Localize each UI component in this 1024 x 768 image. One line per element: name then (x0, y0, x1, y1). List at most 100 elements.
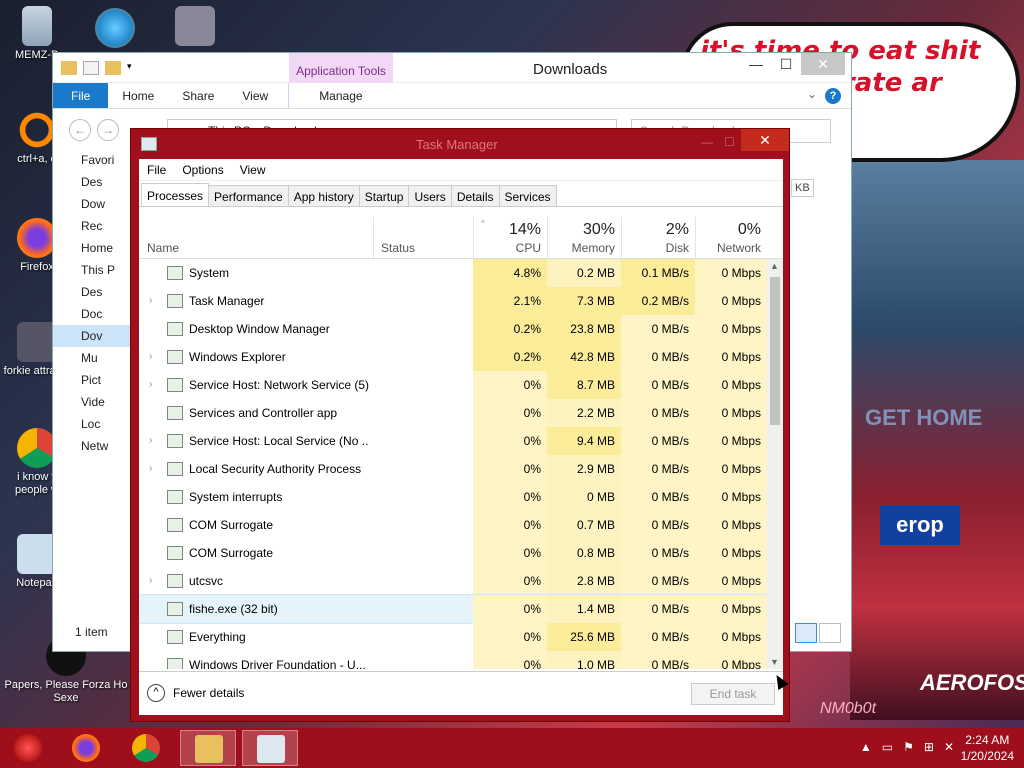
nav-item[interactable]: Rec (53, 215, 133, 237)
table-row[interactable]: COM Surrogate 0% 0.8 MB 0 MB/s 0 Mbps (139, 539, 783, 567)
nav-item-downloads[interactable]: Dov (53, 325, 133, 347)
taskbar-file-explorer[interactable] (180, 730, 236, 766)
network-icon[interactable]: ⊞ (924, 740, 934, 754)
nav-item[interactable]: Pict (53, 369, 133, 391)
minimize-button[interactable]: — (741, 53, 771, 75)
tab-share[interactable]: Share (168, 83, 228, 108)
desktop-icon-app[interactable] (80, 8, 150, 51)
status-bar-count: 1 item (75, 625, 108, 639)
expand-chevron-icon[interactable]: › (149, 427, 159, 455)
table-row[interactable]: Services and Controller app 0% 2.2 MB 0 MB/… (139, 399, 783, 427)
table-row[interactable]: fishe.exe (32 bit) 0% 1.4 MB 0 MB/s 0 Mbps (139, 594, 783, 624)
process-network: 0 Mbps (695, 259, 767, 287)
table-row[interactable]: System 4.8% 0.2 MB 0.1 MB/s 0 Mbps (139, 259, 783, 287)
folder-icon[interactable] (61, 61, 77, 75)
expand-chevron-icon[interactable]: › (149, 371, 159, 399)
expand-chevron-icon[interactable]: › (149, 455, 159, 483)
maximize-button[interactable]: ☐ (724, 135, 735, 149)
column-network[interactable]: 0% Network (695, 217, 767, 259)
tab-processes[interactable]: Processes (141, 183, 210, 206)
column-name[interactable]: Name (139, 217, 373, 259)
column-cpu[interactable]: 14% CPU (473, 217, 547, 259)
desktop-icon-windows[interactable] (160, 6, 230, 49)
close-button[interactable]: ✕ (801, 53, 845, 75)
new-folder-icon[interactable] (105, 61, 121, 75)
volume-muted-icon[interactable]: ✕ (944, 740, 954, 754)
back-button[interactable]: ← (69, 119, 91, 141)
table-row[interactable]: › utcsvc 0% 2.8 MB 0 MB/s 0 Mbps (139, 567, 783, 595)
folder-icon (167, 350, 183, 364)
vertical-scrollbar[interactable]: ▲ ▼ (767, 259, 783, 669)
tab-app-history[interactable]: App history (287, 185, 360, 206)
forward-button[interactable]: → (97, 119, 119, 141)
task-manager-titlebar[interactable]: Task Manager — ☐ ✕ (131, 129, 789, 159)
table-row[interactable]: Everything 0% 25.6 MB 0 MB/s 0 Mbps (139, 623, 783, 651)
nav-item[interactable]: Loc (53, 413, 133, 435)
nav-item[interactable]: Mu (53, 347, 133, 369)
table-row[interactable]: COM Surrogate 0% 0.7 MB 0 MB/s 0 Mbps (139, 511, 783, 539)
taskbar-firefox[interactable] (58, 730, 114, 766)
table-row[interactable]: › Local Security Authority Process 0% 2.9 M… (139, 455, 783, 483)
nav-item-network[interactable]: Netw (53, 435, 133, 457)
end-task-button[interactable]: End task (691, 683, 775, 705)
menu-options[interactable]: Options (182, 159, 231, 180)
table-row[interactable]: › Service Host: Network Service (5) 0% 8.7 … (139, 371, 783, 399)
large-icons-view-icon[interactable] (819, 623, 841, 643)
column-memory-label: Memory (571, 241, 615, 255)
menu-view[interactable]: View (240, 159, 274, 180)
tab-details[interactable]: Details (450, 185, 500, 206)
scrollbar-thumb[interactable] (770, 277, 780, 425)
column-memory[interactable]: 30% Memory (547, 217, 621, 259)
table-row[interactable]: System interrupts 0% 0 MB 0 MB/s 0 Mbps (139, 483, 783, 511)
nav-item-homegroup[interactable]: Home (53, 237, 133, 259)
table-row[interactable]: Desktop Window Manager 0.2% 23.8 MB 0 MB/s 0… (139, 315, 783, 343)
nav-item[interactable]: Vide (53, 391, 133, 413)
expand-ribbon-icon[interactable]: ⌄ (807, 87, 817, 101)
tab-services[interactable]: Services (498, 185, 557, 206)
maximize-button[interactable]: ☐ (771, 53, 801, 75)
tab-manage[interactable]: Manage (288, 83, 376, 108)
explorer-titlebar[interactable]: ▾ Application Tools Downloads — ☐ ✕ (53, 53, 851, 83)
details-view-icon[interactable] (795, 623, 817, 643)
expand-chevron-icon[interactable]: › (149, 343, 159, 371)
nav-item[interactable]: Des (53, 281, 133, 303)
scroll-down-icon[interactable]: ▼ (770, 657, 779, 667)
taskbar-clock[interactable]: 2:24 AM 1/20/2024 (961, 732, 1014, 764)
action-center-flag-icon[interactable]: ⚑ (903, 740, 914, 754)
process-cpu: 0% (473, 511, 547, 539)
nav-item[interactable]: Dow (53, 193, 133, 215)
expand-chevron-icon[interactable]: › (149, 287, 159, 315)
table-row[interactable]: Windows Driver Foundation - U... 0% 1.0 MB… (139, 651, 783, 669)
tab-file[interactable]: File (53, 83, 109, 108)
task-manager-window[interactable]: Task Manager — ☐ ✕ File Options View Pro… (130, 128, 790, 722)
fewer-details-button[interactable]: ^ Fewer details (147, 684, 244, 702)
column-disk[interactable]: 2% Disk (621, 217, 695, 259)
help-icon[interactable]: ? (825, 88, 841, 104)
expand-chevron-icon[interactable]: › (149, 567, 159, 595)
tab-performance[interactable]: Performance (208, 185, 289, 206)
menu-file[interactable]: File (147, 159, 174, 180)
minimize-button[interactable]: — (701, 135, 713, 149)
show-hidden-icons-icon[interactable]: ▲ (860, 740, 872, 754)
disk-total: 2% (665, 221, 689, 238)
tab-home[interactable]: Home (108, 83, 168, 108)
table-row[interactable]: › Service Host: Local Service (No ... 0% 9.… (139, 427, 783, 455)
table-row[interactable]: › Windows Explorer 0.2% 42.8 MB 0 MB/s 0 Mbps (139, 343, 783, 371)
tab-users[interactable]: Users (408, 185, 452, 206)
scroll-up-icon[interactable]: ▲ (770, 261, 779, 271)
start-button[interactable] (0, 730, 56, 766)
close-button[interactable]: ✕ (741, 129, 789, 151)
tab-startup[interactable]: Startup (358, 185, 410, 206)
tab-view[interactable]: View (228, 83, 282, 108)
nav-item-favorites[interactable]: Favori (53, 149, 133, 171)
nav-item[interactable]: Des (53, 171, 133, 193)
taskbar-chrome[interactable] (118, 730, 174, 766)
properties-icon[interactable] (83, 61, 99, 75)
nav-item[interactable]: Doc (53, 303, 133, 325)
tablet-icon[interactable]: ▭ (882, 740, 893, 754)
column-status[interactable]: Status (373, 217, 473, 259)
nav-item-this-pc[interactable]: This P (53, 259, 133, 281)
taskbar-task-manager[interactable] (242, 730, 298, 766)
table-row[interactable]: › Task Manager 2.1% 7.3 MB 0.2 MB/s 0 Mbps (139, 287, 783, 315)
chevron-down-icon[interactable]: ▾ (127, 61, 143, 75)
